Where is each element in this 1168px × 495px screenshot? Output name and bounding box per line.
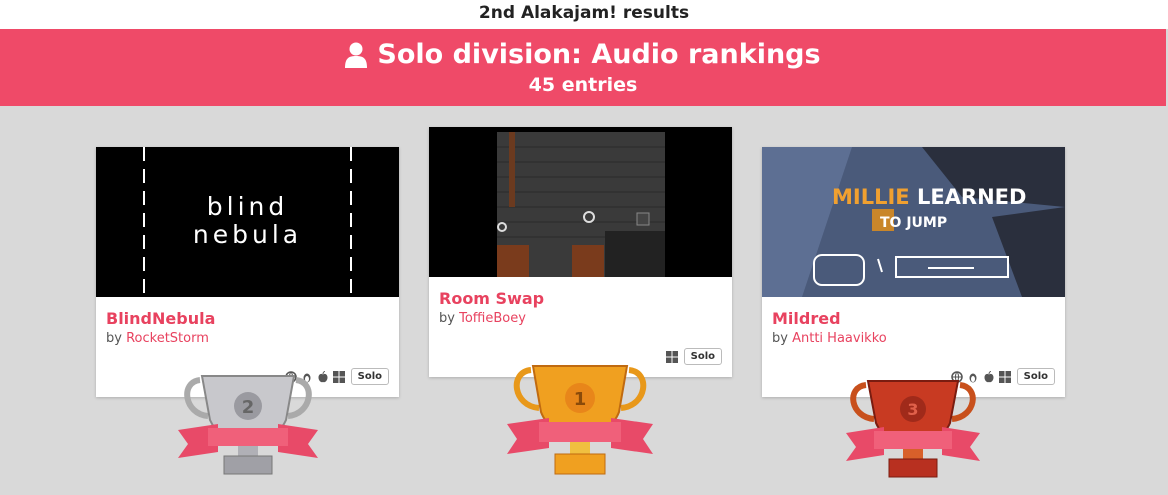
division-badge: Solo: [683, 348, 722, 365]
gold-trophy-icon: 1: [507, 365, 653, 475]
trophy-rank: 1: [574, 389, 587, 410]
windows-icon: [332, 370, 345, 383]
division-badge: Solo: [350, 368, 389, 385]
banner-title: Solo division: Audio rankings: [377, 39, 821, 70]
user-icon: [345, 42, 368, 68]
event-title[interactable]: 2nd Alakajam! results: [479, 3, 689, 23]
apple-icon: [984, 370, 994, 382]
author-link[interactable]: Antti Haavikko: [792, 331, 887, 346]
thumb-text-line: LEARNED: [916, 185, 1027, 209]
room-swap-thumbnail-art: [429, 127, 732, 277]
entry-card-mildred[interactable]: MILLIE LEARNED TO JUMP Mildred by Antti …: [762, 147, 1065, 397]
entry-card-room-swap[interactable]: Room Swap by ToffieBoey Solo: [429, 127, 732, 377]
event-header: 2nd Alakajam! results: [0, 0, 1168, 29]
by-label: by: [772, 331, 788, 346]
entry-title[interactable]: Room Swap: [439, 289, 544, 308]
platform-list: Solo: [665, 348, 722, 365]
windows-icon: [665, 350, 678, 363]
division-banner: Solo division: Audio rankings 45 entries: [0, 29, 1166, 106]
by-label: by: [439, 311, 455, 326]
entry-title[interactable]: BlindNebula: [106, 309, 215, 328]
bronze-trophy-icon: 3: [846, 380, 980, 478]
windows-icon: [998, 370, 1011, 383]
trophy-rank: 3: [907, 400, 918, 419]
entries-count: 45 entries: [528, 74, 638, 96]
entry-thumbnail[interactable]: [429, 127, 732, 277]
silver-trophy-icon: 2: [178, 375, 318, 475]
by-label: by: [106, 331, 122, 346]
thumb-text-line: blind: [206, 192, 289, 221]
entry-thumbnail[interactable]: MILLIE LEARNED TO JUMP: [762, 147, 1065, 297]
division-badge: Solo: [1016, 368, 1055, 385]
thumb-text-line: nebula: [192, 220, 303, 249]
entry-thumbnail[interactable]: blind nebula: [96, 147, 399, 297]
entry-byline: by RocketStorm: [106, 331, 209, 346]
apple-icon: [318, 370, 328, 382]
entry-card-blindnebula[interactable]: blind nebula BlindNebula by RocketStorm …: [96, 147, 399, 397]
author-link[interactable]: ToffieBoey: [459, 311, 526, 326]
author-link[interactable]: RocketStorm: [126, 331, 209, 346]
thumb-text-line: MILLIE: [832, 185, 910, 209]
trophy-rank: 2: [242, 397, 255, 418]
thumb-text-line: TO JUMP: [880, 215, 948, 231]
banner-title-row: Solo division: Audio rankings: [0, 37, 1166, 73]
entry-title[interactable]: Mildred: [772, 309, 841, 328]
entry-byline: by ToffieBoey: [439, 311, 526, 326]
entry-byline: by Antti Haavikko: [772, 331, 887, 346]
